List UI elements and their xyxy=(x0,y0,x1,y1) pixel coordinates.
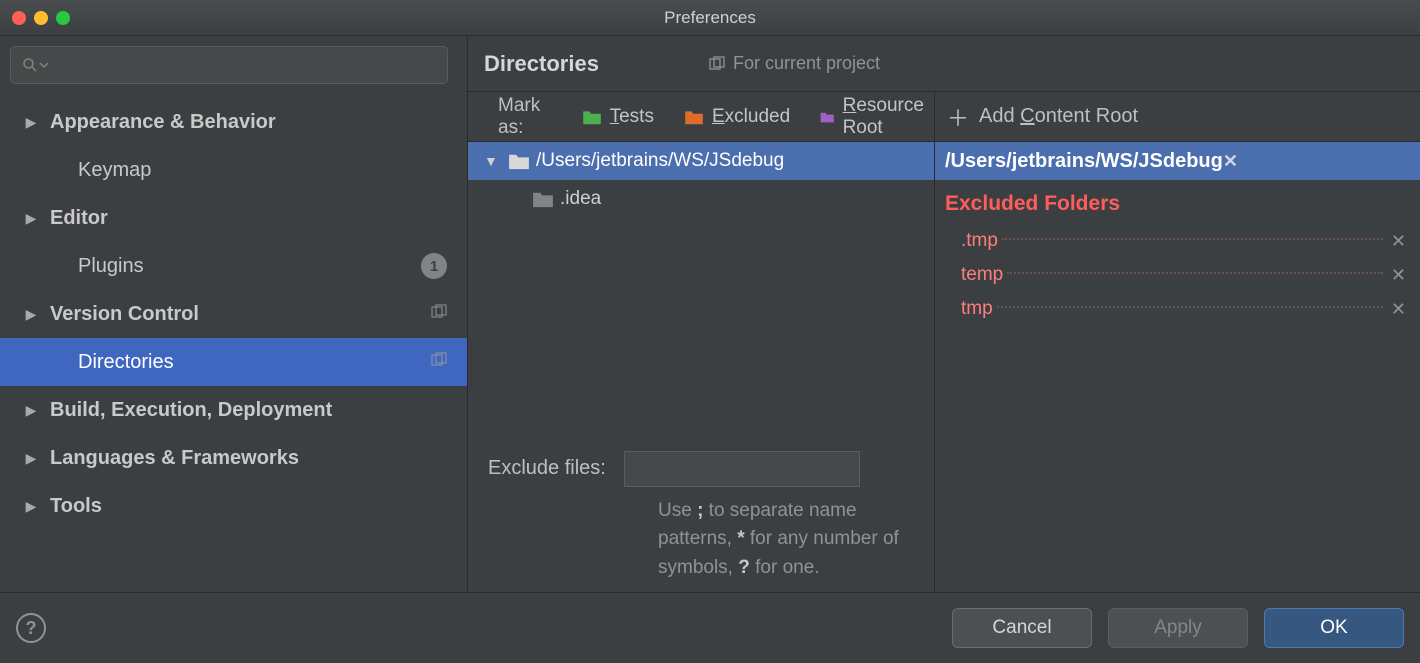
sidebar-item-label: Editor xyxy=(50,207,108,230)
mark-resource-button[interactable]: Resource Root xyxy=(820,95,934,139)
sidebar-item-label: Version Control xyxy=(50,303,199,326)
excluded-folder-name: temp xyxy=(961,264,1003,286)
mark-tests-button[interactable]: Tests xyxy=(582,106,654,128)
excluded-folder-name: tmp xyxy=(961,298,993,320)
mark-as-toolbar: Mark as: Tests Excluded Resource Root xyxy=(468,92,934,142)
scope-hint: For current project xyxy=(709,53,880,74)
excluded-folders-title: Excluded Folders xyxy=(945,192,1410,216)
mark-as-label: Mark as: xyxy=(498,95,552,139)
sidebar-item-directories[interactable]: Directories xyxy=(0,338,467,386)
disclosure-triangle-icon: ▶ xyxy=(22,210,40,227)
content-root-path: /Users/jetbrains/WS/JSdebug xyxy=(945,150,1223,173)
excluded-folder-row[interactable]: temp ✕ xyxy=(945,258,1410,292)
exclude-files-input[interactable] xyxy=(624,451,860,487)
remove-excluded-button[interactable]: ✕ xyxy=(1391,299,1406,320)
sidebar-item-label: Build, Execution, Deployment xyxy=(50,399,332,422)
sidebar-item-build-execution-deployment[interactable]: ▶ Build, Execution, Deployment xyxy=(0,386,467,434)
disclosure-triangle-icon: ▶ xyxy=(22,498,40,515)
add-content-root-button[interactable]: ＋ Add Content Root xyxy=(935,92,1420,142)
excluded-folder-row[interactable]: tmp ✕ xyxy=(945,292,1410,326)
folder-icon xyxy=(582,109,602,125)
dialog-footer: ? Cancel Apply OK xyxy=(0,592,1420,663)
directory-tree[interactable]: ▼ /Users/jetbrains/WS/JSdebug .idea xyxy=(468,142,934,435)
sidebar-item-keymap[interactable]: Keymap xyxy=(0,146,467,194)
preferences-tree: ▶ Appearance & Behavior Keymap ▶ Editor Plugi… xyxy=(0,36,468,592)
minimize-window-button[interactable] xyxy=(34,11,48,25)
close-window-button[interactable] xyxy=(12,11,26,25)
sidebar-item-editor[interactable]: ▶ Editor xyxy=(0,194,467,242)
plus-icon: ＋ xyxy=(947,101,969,133)
directory-root-path: /Users/jetbrains/WS/JSdebug xyxy=(536,150,784,172)
sidebar-item-plugins[interactable]: Plugins 1 xyxy=(0,242,467,290)
directory-child-row[interactable]: .idea xyxy=(468,180,934,218)
help-button[interactable]: ? xyxy=(16,613,46,643)
disclosure-triangle-icon: ▶ xyxy=(22,114,40,131)
search-icon xyxy=(21,56,39,74)
exclude-files-hint: Use ; to separate name patterns, * for a… xyxy=(658,497,910,583)
disclosure-triangle-icon: ▶ xyxy=(22,402,40,419)
folder-icon xyxy=(820,109,834,125)
content-root-row[interactable]: /Users/jetbrains/WS/JSdebug ✕ xyxy=(935,142,1420,180)
folder-icon xyxy=(684,109,704,125)
sidebar-item-tools[interactable]: ▶ Tools xyxy=(0,482,467,530)
window-controls xyxy=(12,11,70,25)
excluded-folder-name: .tmp xyxy=(961,230,998,252)
project-scope-icon xyxy=(431,351,447,374)
titlebar: Preferences xyxy=(0,0,1420,36)
remove-content-root-button[interactable]: ✕ xyxy=(1223,151,1410,172)
sidebar-item-label: Plugins xyxy=(78,255,144,278)
project-scope-icon xyxy=(431,303,447,326)
remove-excluded-button[interactable]: ✕ xyxy=(1391,265,1406,286)
sidebar-item-label: Tools xyxy=(50,495,102,518)
page-title: Directories xyxy=(484,51,599,77)
sidebar-item-languages-frameworks[interactable]: ▶ Languages & Frameworks xyxy=(0,434,467,482)
sidebar-item-version-control[interactable]: ▶ Version Control xyxy=(0,290,467,338)
sidebar-item-label: Directories xyxy=(78,351,174,374)
excluded-folder-row[interactable]: .tmp ✕ xyxy=(945,224,1410,258)
project-scope-icon xyxy=(709,56,725,72)
sidebar-item-label: Languages & Frameworks xyxy=(50,447,299,470)
preferences-search[interactable] xyxy=(10,46,448,84)
window-title: Preferences xyxy=(0,8,1420,28)
disclosure-triangle-icon[interactable]: ▼ xyxy=(484,153,502,169)
ok-button[interactable]: OK xyxy=(1264,608,1404,648)
disclosure-triangle-icon: ▶ xyxy=(22,450,40,467)
sidebar-item-appearance-behavior[interactable]: ▶ Appearance & Behavior xyxy=(0,98,467,146)
disclosure-triangle-icon: ▶ xyxy=(22,306,40,323)
sidebar-item-label: Keymap xyxy=(78,159,151,182)
zoom-window-button[interactable] xyxy=(56,11,70,25)
search-input[interactable] xyxy=(55,56,437,74)
mark-excluded-button[interactable]: Excluded xyxy=(684,106,790,128)
folder-icon xyxy=(532,190,554,208)
folder-icon xyxy=(508,152,530,170)
sidebar-item-label: Appearance & Behavior xyxy=(50,111,276,134)
update-count-badge: 1 xyxy=(421,253,447,279)
cancel-button[interactable]: Cancel xyxy=(952,608,1092,648)
apply-button[interactable]: Apply xyxy=(1108,608,1248,648)
exclude-files-label: Exclude files: xyxy=(488,451,606,480)
remove-excluded-button[interactable]: ✕ xyxy=(1391,231,1406,252)
content-header: Directories For current project xyxy=(468,36,1420,92)
directory-child-name: .idea xyxy=(560,188,601,210)
chevron-down-icon xyxy=(39,60,49,70)
directory-root-row[interactable]: ▼ /Users/jetbrains/WS/JSdebug xyxy=(468,142,934,180)
